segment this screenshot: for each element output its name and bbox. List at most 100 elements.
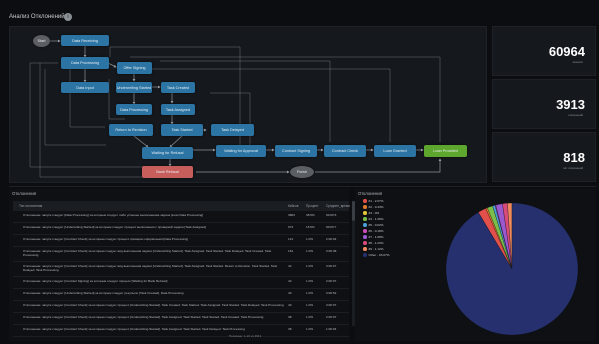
process-node-underwriting-started[interactable]: Underwriting Started [116, 82, 152, 93]
legend-color-swatch [363, 241, 367, 245]
process-node-contract-check[interactable]: Contract Check [324, 145, 366, 157]
pager: Показано: 1-10 из 3913 [229, 334, 262, 338]
stat-label: отклонений [567, 113, 583, 117]
deviations-table-panel: Отклонения Тип отклонения Кейсов Процент… [9, 189, 355, 341]
process-map-edges [29, 39, 442, 178]
process-node-loan-provided[interactable]: Loan Provided [424, 145, 467, 157]
process-node-finish[interactable]: Finish [290, 166, 314, 178]
avg-time-cell: 00:00:5 [326, 213, 337, 217]
legend-item[interactable]: Other - 93.07% [363, 253, 389, 257]
process-node-contract-signing[interactable]: Contract Signing [275, 145, 317, 157]
table-row[interactable]: Отклонение: запуск следует [Contract Che… [13, 247, 349, 262]
table-row[interactable]: Отклонение: запуск следует [Contract Che… [13, 301, 349, 313]
column-header[interactable]: Кейсов [288, 204, 299, 208]
section-divider [9, 186, 596, 187]
cases-cell: 161 [288, 249, 294, 253]
avg-time-cell: 2:00:07 [326, 279, 337, 283]
process-node-data-receiving[interactable]: Data Receiving [61, 35, 109, 46]
table-header: Тип отклонения Кейсов Процент Среднее_вр… [13, 201, 350, 211]
variant-cell: Отклонение: запуск следует [Contract Che… [23, 249, 272, 258]
legend-item[interactable]: #5 - 0.62% [363, 223, 383, 227]
cases-cell: 3803 [288, 213, 295, 217]
legend-item[interactable]: #3 - 0% [363, 211, 379, 215]
legend-item[interactable]: #7 - 1.68% [363, 235, 383, 239]
percent-cell: 15.6% [306, 225, 315, 229]
avg-time-cell: 2:00:07 [326, 315, 337, 319]
table-row[interactable]: Отклонение: запуск следует [Underwriting… [13, 223, 349, 235]
cases-cell: 42 [288, 264, 292, 268]
stat-card-deviations: 3913 отклонений [492, 79, 596, 129]
avg-time-cell: 3:00:07 [326, 264, 337, 268]
legend-item[interactable]: #6 - 0.18% [363, 229, 383, 233]
avg-time-cell: 2:00:04 [326, 237, 337, 241]
legend-color-swatch [363, 205, 367, 209]
table-row[interactable]: Отклонение: запуск следует [Contract Sig… [13, 277, 349, 289]
variant-cell: Отклонение: запуск следует [Underwriting… [23, 291, 184, 295]
process-node-data-processing-2[interactable]: Data Processing [116, 104, 152, 115]
table-row[interactable]: Отклонение: запуск следует [Underwriting… [13, 289, 349, 301]
process-node-waiting-for-approval[interactable]: Waiting for Approval [216, 145, 266, 157]
process-node-start[interactable]: Start [33, 35, 50, 47]
percent-cell: 1.0% [306, 303, 314, 307]
legend-label: #2 - 0.43% [368, 205, 384, 209]
process-node-data-processing[interactable]: Data Processing [61, 57, 109, 69]
variant-cell: Отклонение: запуск следует [Contract Che… [23, 315, 264, 319]
table-row[interactable]: Отклонение: запуск следует [Contract Che… [13, 262, 349, 277]
distribution-chart-panel: Отклонения #1 - 2.07% #2 - 0.43% #3 - 0% #4… [355, 189, 596, 341]
process-node-loan-granted[interactable]: Loan Granted [374, 145, 416, 157]
process-node-task-started[interactable]: Task Started [161, 124, 203, 136]
table-row[interactable]: Отклонение: запуск следует [Contract Che… [13, 235, 349, 247]
column-header[interactable]: Тип отклонения [19, 204, 42, 208]
variant-cell: Отклонение: запуск следует [Contract Che… [23, 303, 284, 307]
process-node-task-assigned[interactable]: Task Assigned [161, 104, 195, 115]
pie-slice-other[interactable] [445, 202, 579, 336]
legend-label: #6 - 0.18% [368, 229, 384, 233]
percent-cell: 1.0% [306, 291, 314, 295]
info-icon[interactable]: i [64, 13, 72, 21]
legend-item[interactable]: #1 - 2.07% [363, 199, 383, 203]
cases-cell: 973 [288, 225, 294, 229]
stat-label: экземпл [572, 60, 583, 64]
legend-item[interactable]: #4 - 1.36% [363, 217, 383, 221]
panel-title: Отклонения [358, 191, 383, 196]
cases-cell: 42 [288, 279, 292, 283]
avg-time-cell: 3:00:07 [326, 303, 337, 307]
table-row[interactable]: Отклонение: запуск следует [Data Process… [13, 211, 349, 223]
percent-cell: 1.0% [306, 249, 314, 253]
percent-cell: 1.0% [306, 237, 314, 241]
legend-color-swatch [363, 223, 367, 227]
legend-label: #1 - 2.07% [368, 199, 384, 203]
legend-color-swatch [363, 253, 367, 257]
process-node-task-created[interactable]: Task Created [161, 82, 195, 93]
table-row[interactable]: Отклонение: запуск следует [Contract Che… [13, 325, 349, 337]
variant-cell: Отклонение: запуск следует [Contract Che… [23, 237, 188, 241]
process-node-data-input[interactable]: Data Input [61, 82, 109, 93]
legend-item[interactable]: #2 - 0.43% [363, 205, 383, 209]
legend-label: #8 - 1.23% [368, 241, 384, 245]
legend-label: #3 - 0% [368, 211, 380, 215]
cases-cell: 40 [288, 303, 292, 307]
legend-label: #4 - 1.36% [368, 217, 384, 221]
legend-color-swatch [363, 235, 367, 239]
legend-color-swatch [363, 229, 367, 233]
legend-label: #5 - 0.62% [368, 223, 384, 227]
cases-cell: 38 [288, 327, 292, 331]
percent-cell: 1.0% [306, 264, 314, 268]
stats-column: 60964 экземпл 3913 отклонений 818 тип от… [492, 26, 596, 183]
legend-item[interactable]: #9 - 1.12% [363, 247, 383, 251]
column-header[interactable]: Среднее_время [326, 204, 350, 208]
avg-time-cell: 00:00:7 [326, 225, 337, 229]
avg-time-cell: 1:00:04 [326, 327, 337, 331]
process-node-bank-refusal[interactable]: Bank Refusal [142, 166, 193, 178]
process-node-waiting-for-refusal[interactable]: Waiting for Refusal [142, 147, 193, 159]
variant-cell: Отклонение: запуск следует [Contract Sig… [23, 279, 168, 283]
process-node-task-delayed[interactable]: Task Delayed [211, 124, 254, 136]
process-node-return-to-revision[interactable]: Return to Revision [109, 124, 153, 136]
cases-cell: 40 [288, 291, 292, 295]
stat-label: тип отклонений [562, 166, 583, 170]
table-row[interactable]: Отклонение: запуск следует [Contract Che… [13, 313, 349, 325]
legend-item[interactable]: #8 - 1.23% [363, 241, 383, 245]
column-header[interactable]: Процент [306, 204, 319, 208]
avg-time-cell: 3:00:52 [326, 291, 337, 295]
process-node-offer-signing[interactable]: Offer Signing [117, 62, 152, 74]
